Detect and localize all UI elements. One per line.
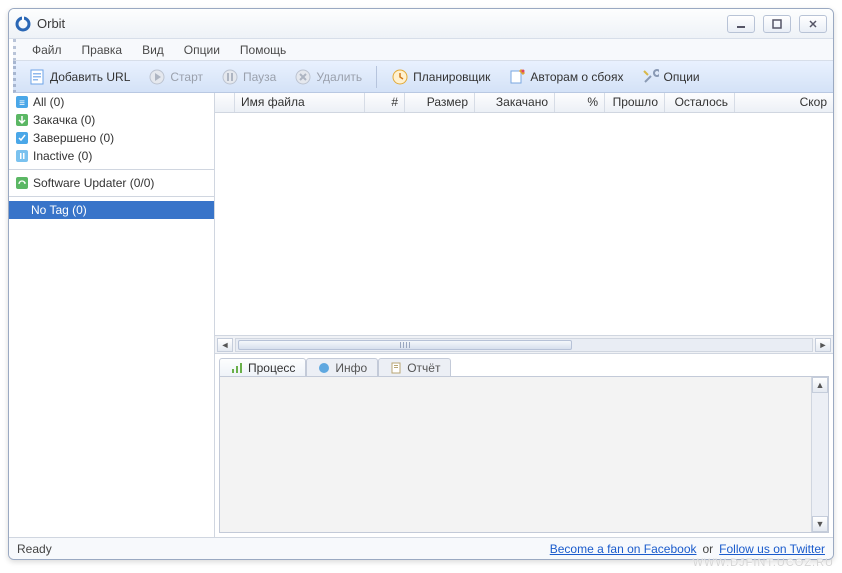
scroll-track[interactable] bbox=[235, 338, 813, 352]
pause-button[interactable]: Пауза bbox=[213, 66, 284, 88]
sidebar-item-completed[interactable]: Завершено (0) bbox=[9, 129, 214, 147]
delete-icon bbox=[294, 68, 312, 86]
watermark: WWW.DJFINT.UCOZ.RU bbox=[693, 557, 834, 569]
sidebar-divider bbox=[9, 169, 214, 170]
clock-icon bbox=[391, 68, 409, 86]
pause-label: Пауза bbox=[243, 70, 276, 84]
main-body: ≡ All (0) Закачка (0) Завершено (0) Inac… bbox=[9, 93, 833, 537]
facebook-link[interactable]: Become a fan on Facebook bbox=[550, 542, 697, 556]
done-icon bbox=[15, 131, 29, 145]
report-tab-icon bbox=[389, 361, 403, 375]
pause-icon bbox=[221, 68, 239, 86]
add-url-icon bbox=[28, 68, 46, 86]
options-button[interactable]: Опции bbox=[633, 66, 707, 88]
download-icon bbox=[15, 113, 29, 127]
tab-process[interactable]: Процесс bbox=[219, 358, 306, 377]
sidebar-label: Inactive (0) bbox=[33, 149, 92, 163]
content-area: Имя файла # Размер Закачано % Прошло Ост… bbox=[215, 93, 833, 537]
window-controls bbox=[727, 15, 827, 33]
col-filename[interactable]: Имя файла bbox=[235, 93, 365, 112]
menu-options[interactable]: Опции bbox=[174, 41, 230, 59]
start-button[interactable]: Старт bbox=[140, 66, 211, 88]
start-label: Старт bbox=[170, 70, 203, 84]
sidebar-item-download[interactable]: Закачка (0) bbox=[9, 111, 214, 129]
tab-label: Процесс bbox=[248, 361, 295, 375]
info-icon bbox=[317, 361, 331, 375]
all-icon: ≡ bbox=[15, 95, 29, 109]
col-downloaded[interactable]: Закачано bbox=[475, 93, 555, 112]
titlebar: Orbit bbox=[9, 9, 833, 39]
col-icon[interactable] bbox=[215, 93, 235, 112]
menu-help[interactable]: Помощь bbox=[230, 41, 296, 59]
menu-edit[interactable]: Правка bbox=[72, 41, 133, 59]
tab-label: Отчёт bbox=[407, 361, 440, 375]
status-or: or bbox=[703, 542, 714, 556]
sidebar: ≡ All (0) Закачка (0) Завершено (0) Inac… bbox=[9, 93, 215, 537]
app-window: Orbit Файл Правка Вид Опции Помощь Добав… bbox=[8, 8, 834, 560]
wrench-icon bbox=[641, 68, 659, 86]
horizontal-scrollbar[interactable]: ◄ ► bbox=[215, 335, 833, 353]
sidebar-label: Завершено (0) bbox=[33, 131, 114, 145]
scroll-left-arrow[interactable]: ◄ bbox=[217, 338, 233, 352]
vertical-scrollbar[interactable]: ▲ ▼ bbox=[811, 377, 828, 532]
col-remaining[interactable]: Осталось bbox=[665, 93, 735, 112]
scroll-thumb[interactable] bbox=[238, 340, 572, 350]
sidebar-divider bbox=[9, 196, 214, 197]
tab-row: Процесс Инфо Отчёт bbox=[215, 354, 833, 376]
app-icon bbox=[15, 16, 31, 32]
statusbar: Ready Become a fan on Facebook or Follow… bbox=[9, 537, 833, 559]
sidebar-label: No Tag (0) bbox=[29, 203, 89, 217]
tab-report[interactable]: Отчёт bbox=[378, 358, 451, 377]
delete-label: Удалить bbox=[316, 70, 362, 84]
close-button[interactable] bbox=[799, 15, 827, 33]
play-icon bbox=[148, 68, 166, 86]
menubar: Файл Правка Вид Опции Помощь bbox=[13, 39, 833, 61]
col-elapsed[interactable]: Прошло bbox=[605, 93, 665, 112]
sidebar-item-all[interactable]: ≡ All (0) bbox=[9, 93, 214, 111]
menu-view[interactable]: Вид bbox=[132, 41, 174, 59]
report-icon bbox=[508, 68, 526, 86]
updater-icon bbox=[15, 176, 29, 190]
toolbar: Добавить URL Старт Пауза Удалить Планиро… bbox=[13, 61, 833, 93]
sidebar-label: Software Updater (0/0) bbox=[33, 176, 154, 190]
sidebar-item-updater[interactable]: Software Updater (0/0) bbox=[9, 174, 214, 192]
sidebar-item-notag[interactable]: No Tag (0) bbox=[9, 201, 214, 219]
add-url-button[interactable]: Добавить URL bbox=[20, 66, 138, 88]
maximize-button[interactable] bbox=[763, 15, 791, 33]
sidebar-label: All (0) bbox=[33, 95, 64, 109]
menu-file[interactable]: Файл bbox=[22, 41, 72, 59]
sidebar-item-inactive[interactable]: Inactive (0) bbox=[9, 147, 214, 165]
scheduler-label: Планировщик bbox=[413, 70, 490, 84]
tab-label: Инфо bbox=[335, 361, 367, 375]
col-size[interactable]: Размер bbox=[405, 93, 475, 112]
delete-button[interactable]: Удалить bbox=[286, 66, 370, 88]
tab-info[interactable]: Инфо bbox=[306, 358, 378, 377]
toolbar-separator bbox=[376, 66, 377, 88]
col-num[interactable]: # bbox=[365, 93, 405, 112]
twitter-link[interactable]: Follow us on Twitter bbox=[719, 542, 825, 556]
detail-panel: Процесс Инфо Отчёт ▲ ▼ bbox=[215, 353, 833, 537]
svg-text:≡: ≡ bbox=[19, 98, 25, 109]
report-bug-button[interactable]: Авторам о сбоях bbox=[500, 66, 631, 88]
sidebar-label: Закачка (0) bbox=[33, 113, 95, 127]
scroll-right-arrow[interactable]: ► bbox=[815, 338, 831, 352]
window-title: Orbit bbox=[37, 16, 727, 31]
inactive-icon bbox=[15, 149, 29, 163]
status-text: Ready bbox=[17, 542, 52, 556]
detail-pane: ▲ ▼ bbox=[219, 376, 829, 533]
report-label: Авторам о сбоях bbox=[530, 70, 623, 84]
scroll-up-arrow[interactable]: ▲ bbox=[812, 377, 828, 393]
add-url-label: Добавить URL bbox=[50, 70, 130, 84]
download-list[interactable] bbox=[215, 113, 833, 335]
scheduler-button[interactable]: Планировщик bbox=[383, 66, 498, 88]
col-percent[interactable]: % bbox=[555, 93, 605, 112]
col-speed[interactable]: Скор bbox=[735, 93, 833, 112]
list-header: Имя файла # Размер Закачано % Прошло Ост… bbox=[215, 93, 833, 113]
scroll-down-arrow[interactable]: ▼ bbox=[812, 516, 828, 532]
chart-icon bbox=[230, 361, 244, 375]
options-label: Опции bbox=[663, 70, 699, 84]
minimize-button[interactable] bbox=[727, 15, 755, 33]
